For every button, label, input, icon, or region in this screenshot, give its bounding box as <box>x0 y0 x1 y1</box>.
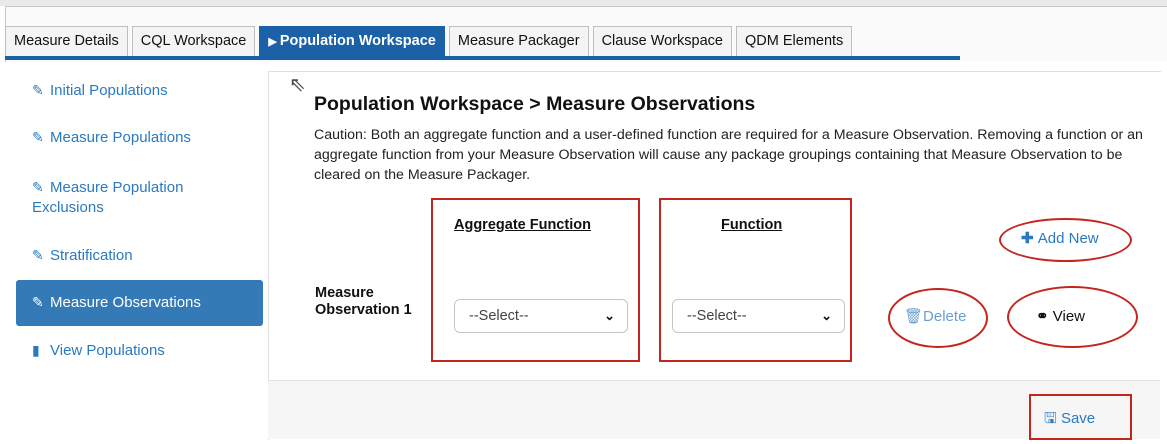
sidebar-item-label: Measure Population Exclusions <box>32 179 184 216</box>
trash-icon: 🗑 <box>904 308 924 325</box>
sidebar-item-label: Measure Observations <box>50 294 201 311</box>
sidebar-item-measure-populations[interactable]: ✎ Measure Populations <box>16 127 263 148</box>
binoculars-icon: ⚭ <box>1036 308 1049 325</box>
tab-label: Population Workspace <box>279 33 436 49</box>
tab-qdm-elements[interactable]: QDM Elements <box>736 26 853 56</box>
panel-footer <box>268 380 1160 439</box>
tab-underline <box>5 56 960 60</box>
tab-cql-workspace[interactable]: CQL Workspace <box>131 26 256 56</box>
sidebar-item-label: Stratification <box>50 247 133 264</box>
select-value: --Select-- <box>469 308 529 324</box>
pencil-icon: ✎ <box>32 247 44 263</box>
chevron-down-icon: ⌄ <box>604 308 615 323</box>
aggregate-function-select[interactable]: --Select-- ⌄ <box>454 299 628 333</box>
tab-clause-workspace[interactable]: Clause Workspace <box>592 26 732 56</box>
pencil-icon: ✎ <box>32 294 44 310</box>
floppy-disk-icon: 🖫 <box>1044 410 1057 427</box>
select-value: --Select-- <box>687 308 747 324</box>
measure-observation-row-label: Measure Observation 1 <box>315 285 412 318</box>
delete-button[interactable]: 🗑Delete <box>904 307 966 325</box>
sidebar-item-label: Measure Populations <box>50 129 191 146</box>
pencil-icon: ✎ <box>32 82 44 98</box>
function-select[interactable]: --Select-- ⌄ <box>672 299 845 333</box>
play-triangle-icon: ▶ <box>268 36 277 48</box>
add-new-button[interactable]: ✚ Add New <box>1021 229 1099 247</box>
view-button[interactable]: ⚭ View <box>1036 307 1085 325</box>
save-button[interactable]: 🖫 Save <box>1044 408 1095 433</box>
sidebar-item-measure-observations[interactable]: ✎ Measure Observations <box>16 280 263 326</box>
sidebar-item-initial-populations[interactable]: ✎ Initial Populations <box>16 80 263 101</box>
sidebar-item-view-populations[interactable]: ▮ View Populations <box>16 340 263 361</box>
chevron-down-icon: ⌄ <box>821 308 832 323</box>
pencil-icon: ✎ <box>32 129 44 145</box>
tab-measure-packager[interactable]: Measure Packager <box>448 26 589 56</box>
tab-population-workspace[interactable]: ▶ Population Workspace <box>259 26 445 56</box>
sidebar-item-label: View Populations <box>50 342 165 359</box>
delete-label: Delete <box>923 308 967 325</box>
aggregate-function-header: Aggregate Function <box>454 217 591 233</box>
sidebar-item-label: Initial Populations <box>50 82 168 99</box>
mouse-cursor-icon: ⇖ <box>289 74 306 96</box>
view-label: View <box>1052 308 1085 325</box>
book-icon: ▮ <box>32 342 40 358</box>
pencil-icon: ✎ <box>32 179 44 195</box>
save-label: Save <box>1060 410 1096 427</box>
caution-text: Caution: Both an aggregate function and … <box>314 127 1143 183</box>
add-new-label: Add New <box>1037 230 1099 247</box>
page-title: Population Workspace > Measure Observati… <box>314 93 756 115</box>
tab-measure-details[interactable]: Measure Details <box>5 26 128 56</box>
function-header: Function <box>721 217 783 233</box>
sidebar-item-stratification[interactable]: ✎ Stratification <box>16 245 263 266</box>
tab-list: Measure Details CQL Workspace ▶ Populatio… <box>5 26 856 56</box>
plus-icon: ✚ <box>1021 230 1034 247</box>
sidebar-item-measure-population-exclusions[interactable]: ✎ Measure Population Exclusions <box>16 177 216 218</box>
